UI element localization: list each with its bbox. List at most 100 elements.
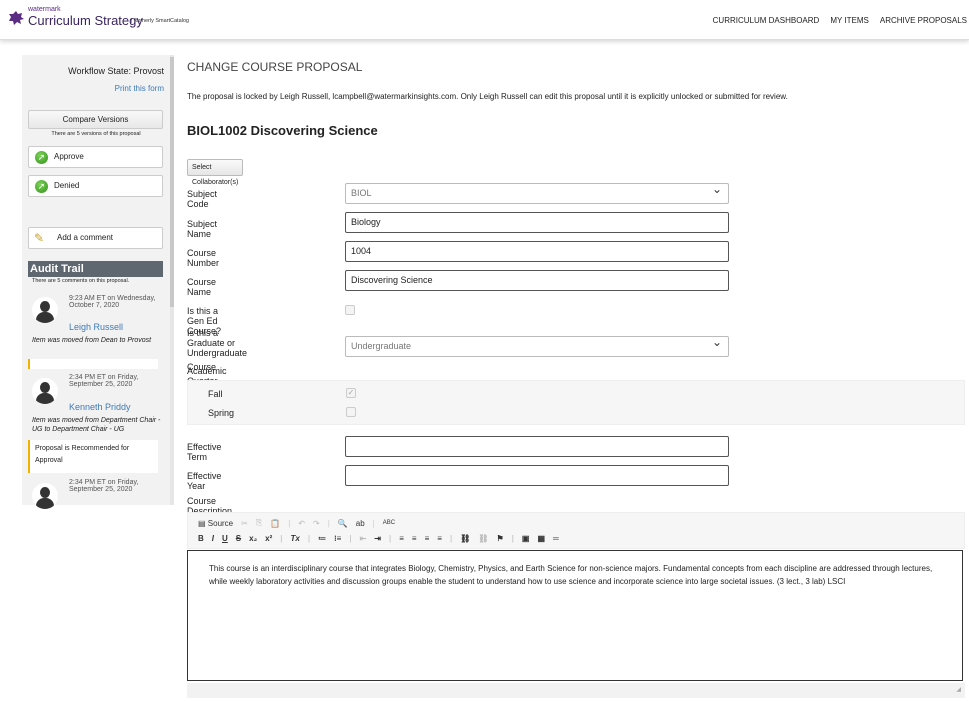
- watermark-logo-icon: [9, 11, 24, 25]
- denied-button[interactable]: ➚ Denied: [28, 175, 163, 197]
- select-collaborators-button[interactable]: Select Collaborator(s): [187, 159, 244, 186]
- separator: |: [449, 534, 453, 543]
- align-left-icon[interactable]: ≡: [399, 534, 404, 543]
- subscript-icon[interactable]: x₂: [249, 534, 257, 543]
- brand-name: Curriculum Strategy: [28, 13, 143, 28]
- course-heading: BIOL1002 Discovering Science: [187, 123, 378, 138]
- editor-resize-bar[interactable]: [187, 683, 965, 698]
- copy-icon[interactable]: ⎘: [256, 518, 262, 528]
- top-header: watermark Curriculum Strategy | formerly…: [0, 0, 969, 40]
- link-icon[interactable]: ⛓: [460, 534, 470, 543]
- comment-pen-icon: ✎: [34, 231, 45, 245]
- bold-icon[interactable]: B: [198, 534, 204, 543]
- strikethrough-icon[interactable]: S: [236, 534, 241, 543]
- avatar: [32, 483, 58, 509]
- course-name-input[interactable]: Discovering Science: [345, 270, 729, 291]
- page-title: CHANGE COURSE PROPOSAL: [187, 60, 363, 74]
- horizontal-rule-icon[interactable]: ═: [553, 534, 559, 543]
- approve-button[interactable]: ➚ Approve: [28, 146, 163, 168]
- subject-code-label: Subject Code: [187, 189, 218, 209]
- undo-icon[interactable]: ↶: [298, 519, 305, 528]
- image-icon[interactable]: ▣: [522, 534, 530, 543]
- editor-toolbar: ▤ Source ✂ ⎘ 📋 | ↶ ↷ | 🔍 ab | ABC B I U …: [187, 512, 965, 549]
- lock-notice: The proposal is locked by Leigh Russell,…: [187, 92, 788, 101]
- effective-year-input[interactable]: [345, 465, 729, 486]
- course-description-editor[interactable]: This course is an interdisciplinary cour…: [187, 550, 963, 681]
- arrow-icon: ➚: [35, 180, 48, 193]
- sidebar-scrollbar[interactable]: [170, 55, 174, 505]
- audit-count: There are 5 comments on this proposal.: [32, 278, 130, 284]
- course-number-label: Course Number: [187, 248, 220, 268]
- separator: |: [288, 518, 291, 528]
- quarter-panel: Fall ✓ Spring: [187, 380, 965, 425]
- subject-code-select[interactable]: BIOL: [345, 180, 729, 204]
- subject-name-label: Subject Name: [187, 219, 218, 239]
- effective-term-label: Effective Term: [187, 442, 222, 462]
- subject-name-input[interactable]: Biology: [345, 212, 729, 233]
- cut-icon[interactable]: ✂: [241, 519, 248, 528]
- course-number-input[interactable]: 1004: [345, 241, 729, 262]
- nav-my-items[interactable]: MY ITEMS: [830, 16, 869, 25]
- comment-box: Proposal is Recommended for Approval: [28, 440, 158, 473]
- brand-formerly: | formerly SmartCatalog: [131, 18, 189, 24]
- remove-format-icon[interactable]: Tx: [291, 534, 300, 543]
- spellcheck-icon[interactable]: ABC: [383, 520, 395, 526]
- level-select[interactable]: Undergraduate: [345, 333, 729, 357]
- top-nav: CURRICULUM DASHBOARD MY ITEMS ARCHIVE PR…: [713, 16, 967, 25]
- justify-icon[interactable]: ≡: [437, 534, 442, 543]
- entry-user-link[interactable]: Leigh Russell: [69, 322, 123, 332]
- separator: |: [349, 534, 352, 543]
- numbered-list-icon[interactable]: ≔: [318, 534, 326, 543]
- find-icon[interactable]: 🔍: [338, 519, 348, 528]
- table-icon[interactable]: ▦: [537, 534, 545, 543]
- entry-time: 9:23 AM ET on Wednesday, October 7, 2020: [69, 295, 156, 309]
- add-comment-button[interactable]: ✎ Add a comment: [28, 227, 163, 249]
- add-comment-label: Add a comment: [57, 233, 114, 242]
- compare-versions-button[interactable]: Compare Versions: [28, 110, 163, 129]
- denied-label: Denied: [54, 181, 80, 190]
- italic-icon[interactable]: I: [212, 534, 214, 543]
- source-button[interactable]: ▤ Source: [198, 519, 233, 528]
- bulleted-list-icon[interactable]: ⁝≡: [334, 534, 341, 543]
- approve-label: Approve: [54, 152, 84, 161]
- separator: |: [327, 518, 330, 528]
- brand-small: watermark: [28, 6, 61, 13]
- superscript-icon[interactable]: x²: [265, 534, 272, 543]
- entry-time: 2:34 PM ET on Friday, September 25, 2020: [69, 479, 139, 493]
- paste-icon[interactable]: 📋: [270, 519, 280, 528]
- spring-checkbox[interactable]: [346, 407, 356, 417]
- arrow-icon: ➚: [35, 151, 48, 164]
- avatar: [32, 297, 58, 323]
- align-center-icon[interactable]: ≡: [412, 534, 417, 543]
- underline-icon[interactable]: U: [222, 534, 228, 543]
- separator: |: [280, 534, 283, 543]
- indent-icon[interactable]: ⇥: [374, 534, 381, 543]
- unlink-icon[interactable]: ⛓: [478, 534, 488, 543]
- replace-icon[interactable]: ab: [356, 519, 365, 528]
- versions-note: There are 5 versions of this proposal: [51, 131, 141, 137]
- outdent-icon[interactable]: ⇤: [360, 534, 367, 543]
- separator: |: [511, 534, 514, 543]
- entry-message: Item was moved from Dean to Provost: [32, 337, 152, 344]
- align-right-icon[interactable]: ≡: [425, 534, 430, 543]
- effective-year-label: Effective Year: [187, 471, 222, 491]
- print-form-link[interactable]: Print this form: [115, 84, 164, 93]
- avatar: [32, 378, 58, 404]
- entry-time: 2:34 PM ET on Friday, September 25, 2020: [69, 374, 139, 388]
- fall-checkbox[interactable]: ✓: [346, 388, 356, 398]
- entry-user-link[interactable]: Kenneth Priddy: [69, 402, 131, 412]
- entry-message: Item was moved from Department Chair - U…: [32, 417, 161, 433]
- effective-term-input[interactable]: [345, 436, 729, 457]
- nav-archive-proposals[interactable]: ARCHIVE PROPOSALS: [880, 16, 967, 25]
- separator: |: [307, 534, 311, 543]
- separator: |: [389, 534, 392, 543]
- fall-label: Fall: [208, 389, 223, 399]
- nav-curriculum-dashboard[interactable]: CURRICULUM DASHBOARD: [713, 16, 820, 25]
- separator: |: [372, 518, 375, 528]
- gen-ed-checkbox[interactable]: [345, 305, 355, 315]
- toolbar-row-1: ▤ Source ✂ ⎘ 📋 | ↶ ↷ | 🔍 ab | ABC: [198, 518, 395, 528]
- redo-icon[interactable]: ↷: [313, 519, 320, 528]
- anchor-flag-icon[interactable]: ⚑: [497, 534, 504, 543]
- workflow-state: Workflow State: Provost: [68, 66, 164, 76]
- audit-trail-heading: Audit Trail: [28, 261, 163, 277]
